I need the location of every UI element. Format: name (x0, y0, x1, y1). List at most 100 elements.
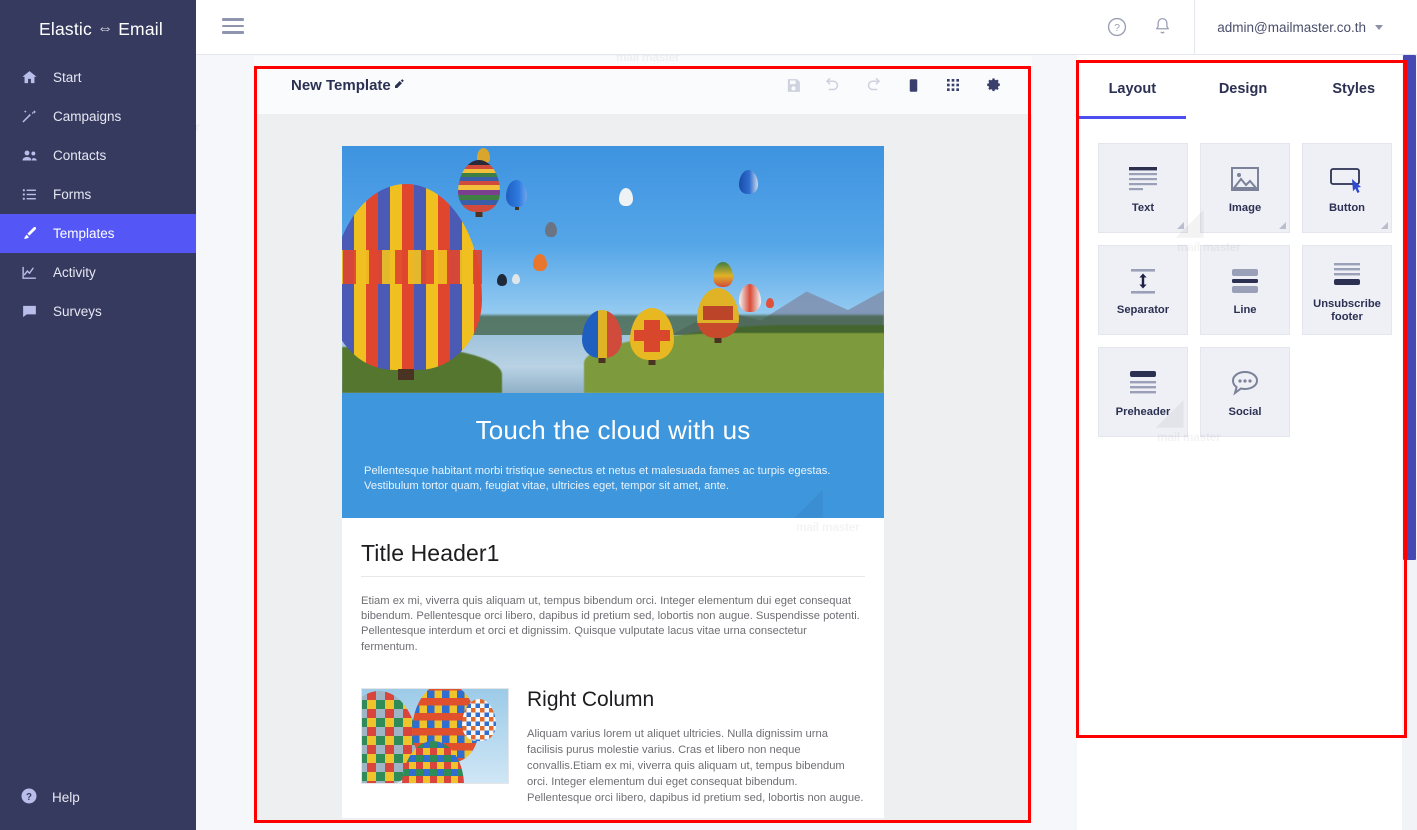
hero-image[interactable] (342, 146, 884, 393)
social-bubble-icon (1229, 362, 1261, 404)
brand-left: Elastic (39, 18, 92, 39)
balloon (462, 699, 496, 742)
hamburger-icon[interactable] (222, 15, 246, 37)
preheader-icon (1126, 362, 1160, 404)
widget-line[interactable]: Line (1200, 245, 1290, 335)
widget-preheader[interactable]: Preheader (1098, 347, 1188, 437)
wand-icon (20, 107, 39, 126)
sidebar-item-start[interactable]: Start (0, 58, 196, 97)
topbar: ? admin@mailmaster.co.th (196, 0, 1417, 55)
widget-button[interactable]: Button (1302, 143, 1392, 233)
people-icon (20, 146, 39, 165)
sidebar-item-activity[interactable]: Activity (0, 253, 196, 292)
sidebar-item-label: Forms (53, 187, 92, 202)
widget-label: Line (1233, 304, 1257, 317)
right-bank (584, 333, 884, 393)
widget-label: Unsubscribe footer (1313, 297, 1381, 323)
balloon (619, 188, 633, 206)
sidebar-item-label: Templates (53, 226, 115, 241)
sidebar-item-label: Contacts (53, 148, 107, 163)
sidebar: Elastic ⇔ Email Start Campaigns Contacts (0, 0, 196, 830)
title-heading: Title Header1 (361, 539, 500, 566)
widget-social[interactable]: Social (1200, 347, 1290, 437)
widget-text[interactable]: Text (1098, 143, 1188, 233)
brand-logo[interactable]: Elastic ⇔ Email (0, 0, 196, 58)
sidebar-item-help[interactable]: ? Help (0, 778, 196, 817)
widget-separator[interactable]: Separator (1098, 245, 1188, 335)
text-lines-icon (1126, 158, 1160, 200)
divider (361, 575, 865, 577)
balloon (497, 274, 507, 286)
balloon (342, 184, 482, 380)
balloon (713, 262, 733, 287)
grid-icon[interactable] (942, 74, 964, 96)
brush-icon (20, 224, 39, 243)
svg-text:?: ? (1114, 22, 1120, 34)
pencil-icon[interactable] (393, 78, 405, 93)
title-body-text: Etiam ex mi, viverra quis aliquam ut, te… (361, 594, 860, 653)
column-image[interactable] (361, 688, 509, 785)
panel-tabs: Layout Design Styles (1077, 55, 1409, 119)
column-body-text: Aliquam varius lorem ut aliquet ultricie… (527, 728, 864, 805)
image-icon (1229, 158, 1261, 200)
button-cursor-icon (1328, 158, 1366, 200)
page-scrollbar-track[interactable] (1402, 55, 1417, 830)
account-menu[interactable]: admin@mailmaster.co.th (1194, 0, 1417, 54)
sidebar-item-label: Campaigns (53, 109, 122, 124)
balloon (512, 274, 520, 284)
bell-icon[interactable] (1152, 16, 1176, 40)
template-toolbar: New Template (254, 56, 1032, 114)
page-scrollbar-thumb[interactable] (1403, 55, 1416, 560)
column-text[interactable]: Right Column Aliquam varius lorem ut ali… (527, 688, 865, 806)
tab-styles[interactable]: Styles (1298, 55, 1409, 119)
gear-icon[interactable] (982, 74, 1004, 96)
sidebar-item-campaigns[interactable]: Campaigns (0, 97, 196, 136)
template-name: New Template (291, 76, 391, 94)
sidebar-item-templates[interactable]: Templates (0, 214, 196, 253)
column-heading: Right Column (527, 688, 655, 712)
template-name-edit[interactable]: New Template (291, 77, 405, 94)
balloon (630, 308, 674, 365)
balloon (739, 170, 758, 194)
balloon (766, 298, 774, 308)
home-icon (20, 68, 39, 87)
balloon (739, 284, 761, 312)
chart-icon (20, 263, 39, 282)
sidebar-item-label: Activity (53, 265, 96, 280)
balloon (582, 310, 622, 363)
chevron-down-icon (1375, 24, 1383, 30)
sidebar-item-contacts[interactable]: Contacts (0, 136, 196, 175)
brand-link-icon: ⇔ (96, 20, 114, 37)
layout-widget-grid: Text Image Button Separator Line Unsubsc… (1077, 119, 1409, 437)
two-column-block[interactable]: Right Column Aliquam varius lorem ut ali… (342, 655, 884, 806)
undo-icon[interactable] (822, 74, 844, 96)
widget-label: Button (1328, 202, 1366, 215)
properties-panel: Layout Design Styles Text Image Button S… (1077, 55, 1409, 830)
redo-icon[interactable] (862, 74, 884, 96)
drag-grip-icon[interactable] (1381, 222, 1388, 229)
mobile-icon[interactable] (902, 74, 924, 96)
unsubscribe-footer-icon (1330, 254, 1364, 296)
editor-canvas[interactable]: Touch the cloud with us Pellentesque hab… (254, 114, 1032, 822)
tab-design[interactable]: Design (1188, 55, 1299, 119)
save-icon[interactable] (782, 74, 804, 96)
balloon (697, 288, 739, 343)
hero-caption-block[interactable]: Touch the cloud with us Pellentesque hab… (342, 393, 884, 518)
drag-grip-icon[interactable] (1279, 222, 1286, 229)
drag-grip-icon[interactable] (1177, 222, 1184, 229)
question-circle-icon: ? (20, 787, 38, 808)
widget-unsubscribe-footer[interactable]: Unsubscribe footer (1302, 245, 1392, 335)
line-divider-icon (1228, 260, 1262, 302)
sidebar-item-forms[interactable]: Forms (0, 175, 196, 214)
tab-layout[interactable]: Layout (1077, 55, 1188, 119)
brand-right: Email (118, 18, 163, 39)
widget-label: Preheader (1115, 406, 1171, 419)
question-circle-icon[interactable]: ? (1106, 16, 1130, 40)
hero-title: Touch the cloud with us (475, 415, 751, 445)
widget-image[interactable]: Image (1200, 143, 1290, 233)
title-text-block[interactable]: Title Header1 Etiam ex mi, viverra quis … (342, 518, 884, 655)
sidebar-item-surveys[interactable]: Surveys (0, 292, 196, 331)
hero-subtitle: Pellentesque habitant morbi tristique se… (364, 465, 831, 492)
watermark: ◢mail master (196, 85, 200, 133)
template-editor-region: ◢mail master ◢mail master ◢mail master N… (196, 55, 1077, 830)
